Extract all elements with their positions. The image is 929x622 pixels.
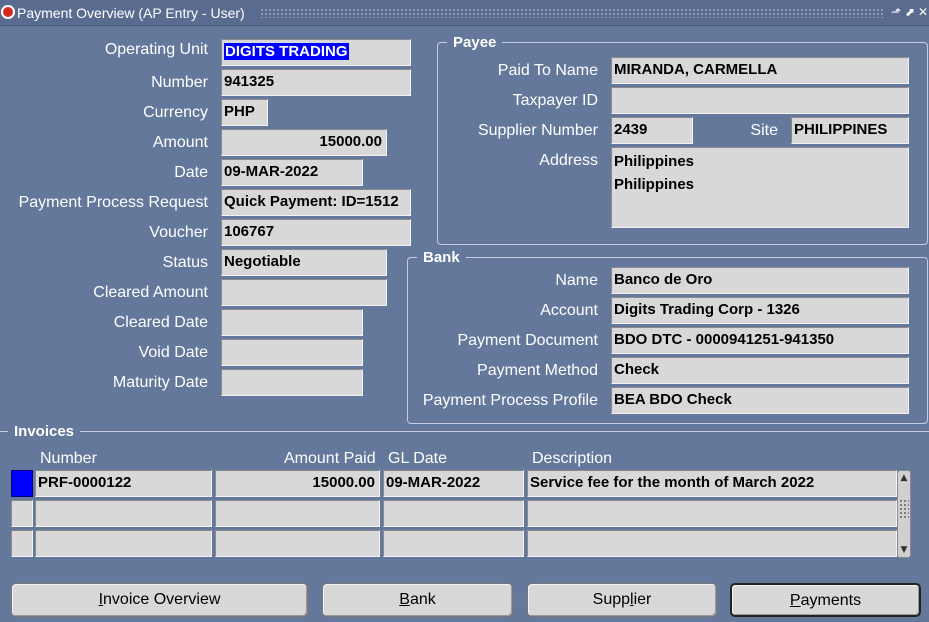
- description-cell[interactable]: [527, 500, 897, 527]
- site-field[interactable]: PHILIPPINES: [791, 117, 909, 144]
- bank-button[interactable]: Bank: [322, 583, 513, 617]
- site-label: Site: [750, 122, 778, 139]
- row-selector[interactable]: [11, 530, 33, 557]
- payee-group-title: Payee: [447, 34, 503, 51]
- maturity-date-label: Maturity Date: [112, 374, 208, 391]
- paid-to-name-field[interactable]: MIRANDA, CARMELLA: [611, 57, 909, 84]
- invoices-scrollbar[interactable]: ▲ ▼: [897, 470, 911, 558]
- amount-paid-cell[interactable]: [215, 530, 380, 557]
- address-line-1: Philippines: [614, 153, 695, 170]
- address-line-2: Philippines: [614, 176, 695, 193]
- bank-label: ank: [409, 591, 436, 608]
- maximize-icon[interactable]: ⬈: [903, 4, 917, 20]
- status-label: Status: [162, 254, 208, 271]
- invoice-number-cell[interactable]: [35, 500, 212, 527]
- payment-method-field[interactable]: Check: [611, 357, 909, 384]
- number-label: Number: [151, 74, 208, 91]
- operating-unit-value: DIGITS TRADING: [224, 43, 349, 60]
- payment-process-profile-field[interactable]: BEA BDO Check: [611, 387, 909, 414]
- cleared-date-label: Cleared Date: [113, 314, 208, 331]
- void-date-label: Void Date: [138, 344, 208, 361]
- amount-paid-cell[interactable]: 15000.00: [215, 470, 380, 497]
- row-selector[interactable]: [11, 470, 33, 497]
- scroll-up-icon[interactable]: ▲: [898, 472, 910, 484]
- invoices-divider: [0, 431, 929, 432]
- title-bar-grip[interactable]: [260, 8, 884, 18]
- invoice-overview-button[interactable]: Invoice Overview: [11, 583, 308, 617]
- title-bar: Payment Overview (AP Entry - User) ⬏ ⬈ ✕: [0, 0, 929, 26]
- payment-process-profile-label: Payment Process Profile: [422, 392, 598, 409]
- void-date-field[interactable]: [221, 339, 363, 366]
- bank-mnemonic: B: [399, 591, 410, 608]
- bank-group-title: Bank: [417, 249, 466, 266]
- invoice-number-cell[interactable]: [35, 530, 212, 557]
- gl-date-cell[interactable]: 09-MAR-2022: [383, 470, 524, 497]
- payment-document-label: Payment Document: [457, 332, 598, 349]
- scroll-thumb[interactable]: [899, 499, 909, 519]
- cleared-amount-field[interactable]: [221, 279, 387, 306]
- amount-label: Amount: [152, 134, 208, 151]
- row-selector[interactable]: [11, 500, 33, 527]
- maturity-date-field[interactable]: [221, 369, 363, 396]
- invoice-number-cell[interactable]: PRF-0000122: [35, 470, 212, 497]
- payments-mnemonic: P: [789, 592, 801, 609]
- invoices-group-title: Invoices: [8, 423, 81, 440]
- number-field[interactable]: 941325: [221, 69, 411, 96]
- column-header-amount-paid: Amount Paid: [284, 450, 376, 467]
- close-icon[interactable]: ✕: [916, 4, 929, 20]
- date-field[interactable]: 09-MAR-2022: [221, 159, 363, 186]
- invoice-overview-label: nvoice Overview: [103, 591, 221, 608]
- status-field[interactable]: Negotiable: [221, 249, 387, 276]
- taxpayer-id-field[interactable]: [611, 87, 909, 114]
- account-field[interactable]: Digits Trading Corp - 1326: [611, 297, 909, 324]
- supplier-number-label: Supplier Number: [477, 122, 598, 139]
- cleared-date-field[interactable]: [221, 309, 363, 336]
- description-cell[interactable]: Service fee for the month of March 2022: [527, 470, 897, 497]
- window-title: Payment Overview (AP Entry - User): [17, 5, 245, 21]
- operating-unit-field[interactable]: DIGITS TRADING: [221, 39, 411, 66]
- operating-unit-label: Operating Unit: [104, 41, 208, 58]
- payment-document-field[interactable]: BDO DTC - 0000941251-941350: [611, 327, 909, 354]
- address-field[interactable]: Philippines Philippines: [611, 147, 909, 228]
- payment-process-request-field[interactable]: Quick Payment: ID=1512: [221, 189, 411, 216]
- gl-date-cell[interactable]: [383, 500, 524, 527]
- date-label: Date: [174, 164, 208, 181]
- column-header-number: Number: [40, 450, 97, 467]
- payments-button[interactable]: Payments: [730, 583, 921, 617]
- oracle-app-icon: [1, 5, 15, 19]
- supplier-label-end: ier: [633, 591, 652, 608]
- bank-name-label: Name: [555, 272, 598, 289]
- voucher-label: Voucher: [149, 224, 208, 241]
- taxpayer-id-label: Taxpayer ID: [512, 92, 598, 109]
- payment-process-request-label: Payment Process Request: [18, 194, 208, 211]
- supplier-label-start: Supp: [592, 591, 631, 608]
- scroll-down-icon[interactable]: ▼: [898, 544, 910, 556]
- supplier-button[interactable]: Supplier: [527, 583, 717, 617]
- amount-field[interactable]: 15000.00: [221, 129, 387, 156]
- bank-name-field[interactable]: Banco de Oro: [611, 267, 909, 294]
- voucher-field[interactable]: 106767: [221, 219, 411, 246]
- gl-date-cell[interactable]: [383, 530, 524, 557]
- payments-label: ayments: [800, 592, 862, 609]
- amount-paid-cell[interactable]: [215, 500, 380, 527]
- minimize-icon[interactable]: ⬏: [889, 4, 903, 20]
- paid-to-name-label: Paid To Name: [497, 62, 598, 79]
- column-header-gl-date: GL Date: [388, 450, 447, 467]
- currency-label: Currency: [143, 104, 208, 121]
- description-cell[interactable]: [527, 530, 897, 557]
- currency-field[interactable]: PHP: [221, 99, 268, 126]
- address-label: Address: [539, 152, 598, 169]
- payment-method-label: Payment Method: [477, 362, 598, 379]
- cleared-amount-label: Cleared Amount: [93, 284, 208, 301]
- column-header-description: Description: [532, 450, 613, 467]
- supplier-number-field[interactable]: 2439: [611, 117, 693, 144]
- account-label: Account: [540, 302, 598, 319]
